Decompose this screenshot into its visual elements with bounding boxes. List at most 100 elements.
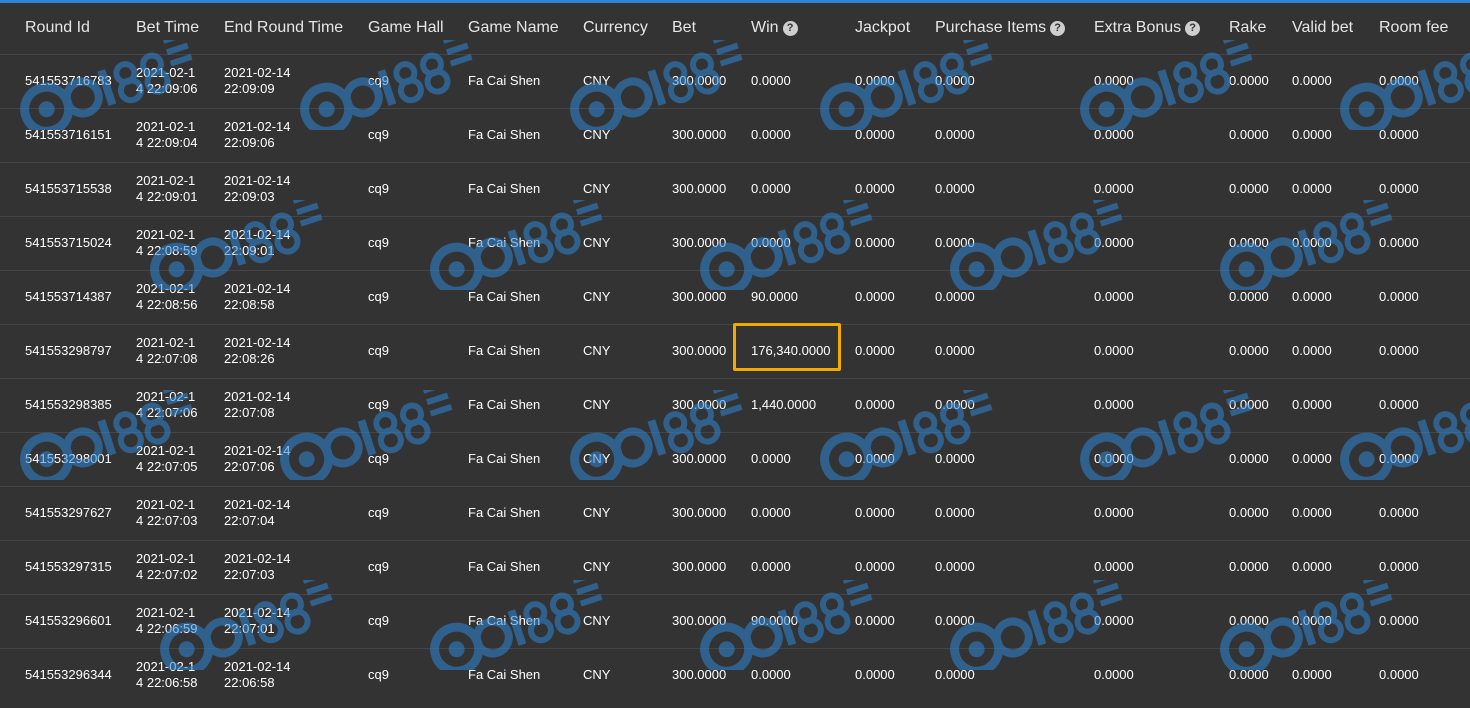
help-icon[interactable]: ?: [1050, 20, 1066, 36]
table-row[interactable]: 541553716151 2021-02-14 22:09:04 2021-02-1…: [0, 108, 1470, 162]
cell-value: 2021-02-14 22:07:06: [224, 443, 291, 474]
cell-bet-time: 2021-02-14 22:07:03: [136, 486, 224, 540]
cell-value: 0.0000: [855, 505, 895, 520]
cell-game-name: Fa Cai Shen: [468, 54, 583, 108]
table-row[interactable]: 541553714387 2021-02-14 22:08:56 2021-02-1…: [0, 270, 1470, 324]
cell-value: 0.0000: [1292, 451, 1332, 466]
column-header-room-fee[interactable]: Room fee: [1379, 3, 1470, 54]
cell-value: CNY: [583, 343, 611, 358]
cell-rake: 0.0000: [1229, 270, 1292, 324]
cell-jackpot: 0.0000: [855, 432, 935, 486]
help-icon[interactable]: ?: [782, 20, 798, 36]
cell-purchase-items: 0.0000: [935, 432, 1094, 486]
cell-value: 90.0000: [751, 289, 798, 304]
cell-value: 541553296344: [25, 667, 112, 683]
cell-value: 0.0000: [1229, 397, 1269, 412]
cell-value: 0.0000: [855, 289, 895, 304]
column-header-bet[interactable]: Bet: [672, 3, 751, 54]
table-row[interactable]: 541553298385 2021-02-14 22:07:06 2021-02-1…: [0, 378, 1470, 432]
cell-value: 0.0000: [1229, 451, 1269, 466]
cell-end-round-time: 2021-02-14 22:08:26: [224, 324, 368, 378]
table-row[interactable]: 541553298797 2021-02-14 22:07:08 2021-02-1…: [0, 323, 1470, 378]
cell-game-name: Fa Cai Shen: [468, 594, 583, 648]
table-row[interactable]: 541553715538 2021-02-14 22:09:01 2021-02-1…: [0, 162, 1470, 216]
cell-value: cq9: [368, 667, 389, 683]
column-header-label: Round Id: [25, 19, 90, 37]
cell-value: cq9: [368, 613, 389, 628]
cell-value: 300.0000: [672, 451, 727, 466]
cell-value: 0.0000: [855, 451, 895, 466]
cell-end-round-time: 2021-02-14 22:09:03: [224, 162, 368, 216]
cell-value: Fa Cai Shen: [468, 613, 541, 628]
cell-game-hall: cq9: [368, 324, 468, 378]
column-header-game-hall[interactable]: Game Hall: [368, 3, 468, 54]
cell-round-id: 541553716783: [0, 54, 136, 108]
table-row[interactable]: 541553715024 2021-02-14 22:08:59 2021-02-1…: [0, 216, 1470, 270]
help-icon[interactable]: ?: [1185, 20, 1201, 36]
table-row[interactable]: 541553296601 2021-02-14 22:06:59 2021-02-1…: [0, 594, 1470, 648]
column-header-label: Extra Bonus: [1094, 19, 1182, 37]
cell-value: 0.0000: [1094, 289, 1134, 304]
cell-win: 0.0000: [751, 486, 855, 540]
cell-value: 0.0000: [1094, 343, 1134, 358]
column-header-round-id[interactable]: Round Id: [0, 3, 136, 54]
cell-value: 0.0000: [855, 181, 895, 196]
column-header-label: Bet: [672, 19, 697, 37]
column-header-valid-bet[interactable]: Valid bet: [1292, 3, 1379, 54]
cell-value: 300.0000: [672, 73, 727, 88]
column-header-end-round-time[interactable]: End Round Time: [224, 3, 368, 54]
column-header-game-name[interactable]: Game Name: [468, 3, 583, 54]
cell-value: 0.0000: [1229, 559, 1269, 574]
cell-value: cq9: [368, 397, 389, 412]
cell-purchase-items: 0.0000: [935, 216, 1094, 270]
cell-value: 0.0000: [935, 559, 975, 574]
column-header-currency[interactable]: Currency: [583, 3, 672, 54]
cell-game-hall: cq9: [368, 216, 468, 270]
cell-game-name: Fa Cai Shen: [468, 162, 583, 216]
cell-value: Fa Cai Shen: [468, 127, 541, 142]
cell-purchase-items: 0.0000: [935, 594, 1094, 648]
cell-win: 176,340.0000: [733, 323, 855, 378]
cell-value: 0.0000: [855, 397, 895, 412]
cell-value: Fa Cai Shen: [468, 289, 541, 304]
cell-value: 0.0000: [751, 73, 791, 88]
column-header-rake[interactable]: Rake: [1229, 3, 1292, 54]
cell-value: 0.0000: [751, 559, 791, 574]
table-row[interactable]: 541553298001 2021-02-14 22:07:05 2021-02-1…: [0, 432, 1470, 486]
cell-bet-time: 2021-02-14 22:06:58: [136, 648, 224, 702]
cell-bet: 300.0000: [672, 54, 751, 108]
cell-currency: CNY: [583, 486, 672, 540]
cell-value: 0.0000: [855, 343, 895, 358]
cell-value: CNY: [583, 289, 611, 304]
cell-bet: 300.0000: [672, 162, 751, 216]
column-header-purchase-items[interactable]: Purchase Items?: [935, 3, 1094, 54]
cell-value: 0.0000: [1379, 289, 1419, 304]
column-header-win[interactable]: Win?: [751, 3, 855, 54]
cell-value: 0.0000: [1379, 505, 1419, 520]
cell-currency: CNY: [583, 216, 672, 270]
cell-rake: 0.0000: [1229, 648, 1292, 702]
cell-game-name: Fa Cai Shen: [468, 108, 583, 162]
cell-value: 300.0000: [672, 127, 727, 142]
column-header-label: Purchase Items: [935, 19, 1047, 37]
cell-value: 0.0000: [1292, 559, 1332, 574]
cell-end-round-time: 2021-02-14 22:09:06: [224, 108, 368, 162]
column-header-extra-bonus[interactable]: Extra Bonus?: [1094, 3, 1229, 54]
cell-value: 0.0000: [855, 613, 895, 628]
cell-valid-bet: 0.0000: [1292, 108, 1379, 162]
cell-value: 0.0000: [1379, 397, 1419, 412]
table-row[interactable]: 541553716783 2021-02-14 22:09:06 2021-02-1…: [0, 54, 1470, 108]
table-row[interactable]: 541553297315 2021-02-14 22:07:02 2021-02-1…: [0, 540, 1470, 594]
cell-value: Fa Cai Shen: [468, 181, 541, 196]
cell-value: cq9: [368, 505, 389, 520]
table-row[interactable]: 541553297627 2021-02-14 22:07:03 2021-02-1…: [0, 486, 1470, 540]
cell-value: 2021-02-14 22:09:01: [136, 173, 198, 204]
cell-end-round-time: 2021-02-14 22:07:06: [224, 432, 368, 486]
cell-value: cq9: [368, 235, 389, 250]
cell-rake: 0.0000: [1229, 432, 1292, 486]
table-row[interactable]: 541553296344 2021-02-14 22:06:58 2021-02-1…: [0, 648, 1470, 702]
column-header-bet-time[interactable]: Bet Time: [136, 3, 224, 54]
cell-value: 0.0000: [935, 289, 975, 304]
column-header-jackpot[interactable]: Jackpot: [855, 3, 935, 54]
cell-value: 0.0000: [1379, 343, 1419, 358]
